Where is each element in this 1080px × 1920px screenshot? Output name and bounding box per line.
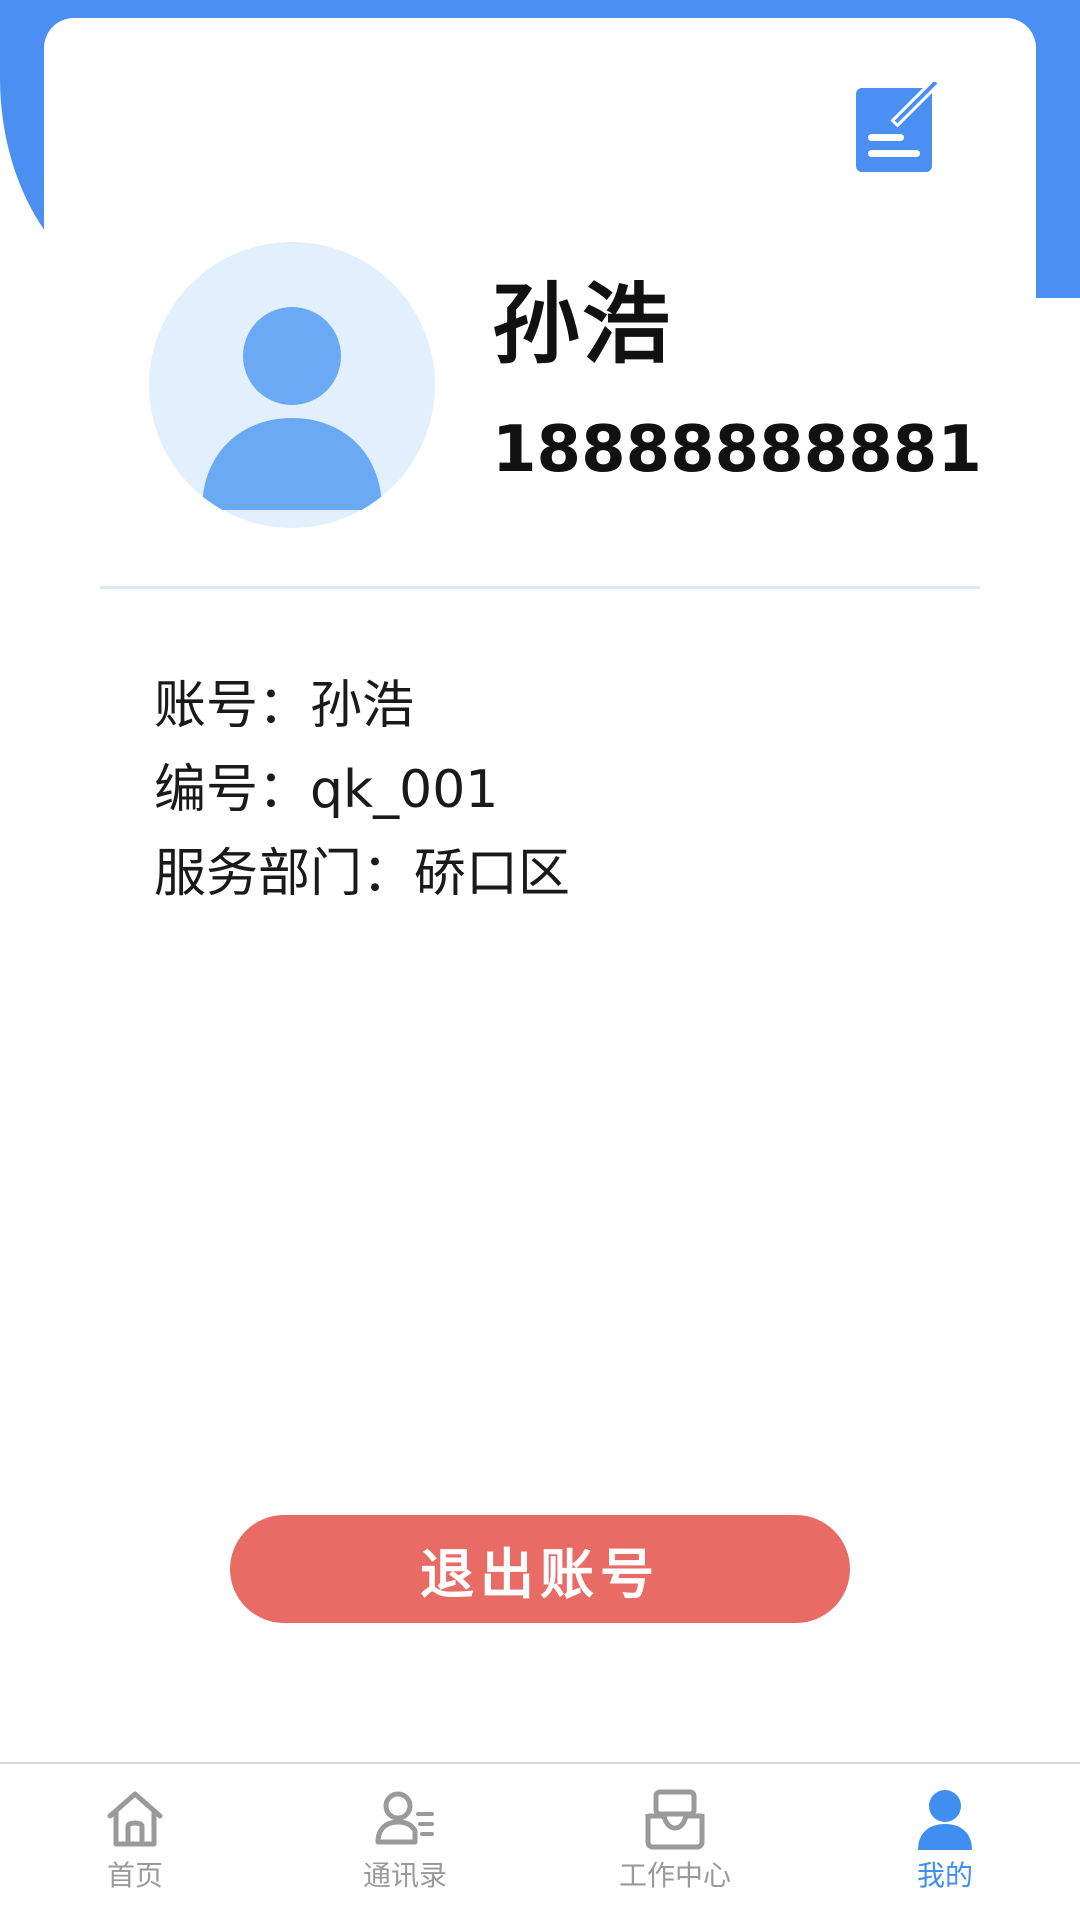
- home-icon: [102, 1786, 168, 1852]
- avatar-person-icon: [202, 307, 382, 510]
- tab-mine[interactable]: 我的: [810, 1764, 1080, 1920]
- contacts-icon: [372, 1786, 438, 1852]
- tab-work-center[interactable]: 工作中心: [540, 1764, 810, 1920]
- edit-profile-button[interactable]: [854, 82, 938, 176]
- tab-home[interactable]: 首页: [0, 1764, 270, 1920]
- edit-note-icon: [856, 82, 938, 172]
- info-list: 账号：孙浩 编号：qk_001 服务部门：硚口区: [154, 664, 570, 916]
- tab-work-center-label: 工作中心: [618, 1859, 731, 1892]
- tab-home-label: 首页: [106, 1859, 163, 1892]
- work-center-icon: [642, 1786, 708, 1852]
- tab-contacts[interactable]: 通讯录: [270, 1764, 540, 1920]
- department-info: 服务部门：硚口区: [154, 844, 571, 904]
- number-info: 编号：qk_001: [154, 760, 499, 820]
- user-phone: 18888888881: [492, 413, 982, 487]
- avatar: [149, 242, 435, 528]
- account-info: 账号：孙浩: [154, 676, 415, 736]
- profile-page: 孙浩 18888888881 账号：孙浩 编号：qk_001 服务部门：硚口区 …: [0, 0, 1080, 1920]
- user-icon: [912, 1786, 978, 1852]
- bottom-tab-bar: 首页 通讯录 工作中心 我的: [0, 1762, 1080, 1920]
- tab-contacts-label: 通讯录: [362, 1859, 447, 1892]
- logout-button[interactable]: 退出账号: [230, 1515, 850, 1623]
- divider: [100, 586, 980, 589]
- user-name: 孙浩: [492, 273, 673, 376]
- tab-mine-label: 我的: [916, 1859, 973, 1892]
